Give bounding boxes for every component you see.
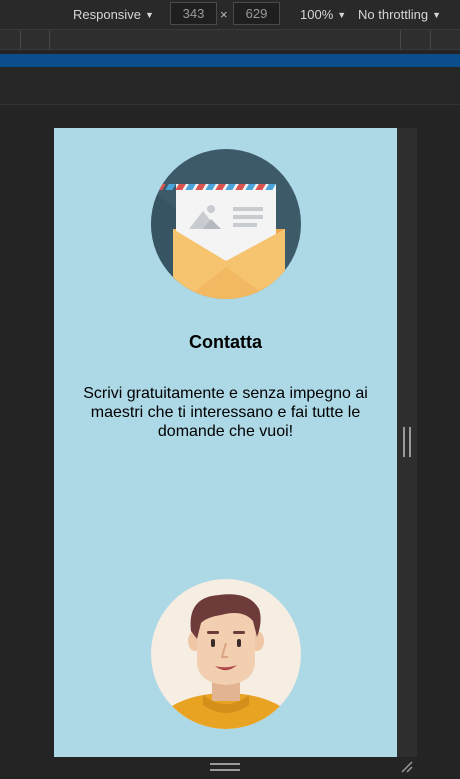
device-size-ruler[interactable] — [0, 29, 460, 50]
triangle-down-icon: ▼ — [337, 10, 347, 20]
resize-corner-icon[interactable] — [400, 760, 414, 774]
ruler-divider — [400, 30, 401, 49]
triangle-down-icon: ▼ — [144, 10, 154, 20]
throttling-dropdown[interactable]: No throttling ▼ — [358, 7, 441, 22]
teacher-avatar-icon — [151, 579, 301, 729]
width-input[interactable]: 343 — [170, 2, 217, 25]
ruler-divider — [49, 30, 50, 49]
height-input[interactable]: 629 — [233, 2, 280, 25]
triangle-down-icon: ▼ — [432, 10, 442, 20]
resize-handle-bottom[interactable] — [210, 763, 240, 771]
envelope-letter-icon — [151, 149, 301, 299]
page-description: Scrivi gratuitamente e senza impegno ai … — [83, 385, 368, 440]
zoom-dropdown[interactable]: 100% ▼ — [300, 7, 346, 22]
zoom-label: 100% — [300, 7, 334, 22]
resize-handle-right[interactable] — [403, 427, 411, 457]
device-mode-dropdown[interactable]: Responsive ▼ — [73, 7, 154, 22]
device-toolbar: Responsive ▼ 343 × 629 100% ▼ No throttlin… — [0, 0, 460, 29]
page-title: Contatta — [189, 332, 262, 352]
ruler-area — [0, 67, 460, 105]
ruler-divider — [430, 30, 431, 49]
dimension-separator: × — [220, 7, 228, 22]
media-query-bar[interactable] — [0, 54, 460, 67]
throttling-label: No throttling — [358, 7, 429, 22]
emulated-viewport: Contatta Scrivi gratuitamente e senza im… — [54, 128, 397, 757]
ruler-divider — [20, 30, 21, 49]
device-mode-label: Responsive — [73, 7, 141, 22]
